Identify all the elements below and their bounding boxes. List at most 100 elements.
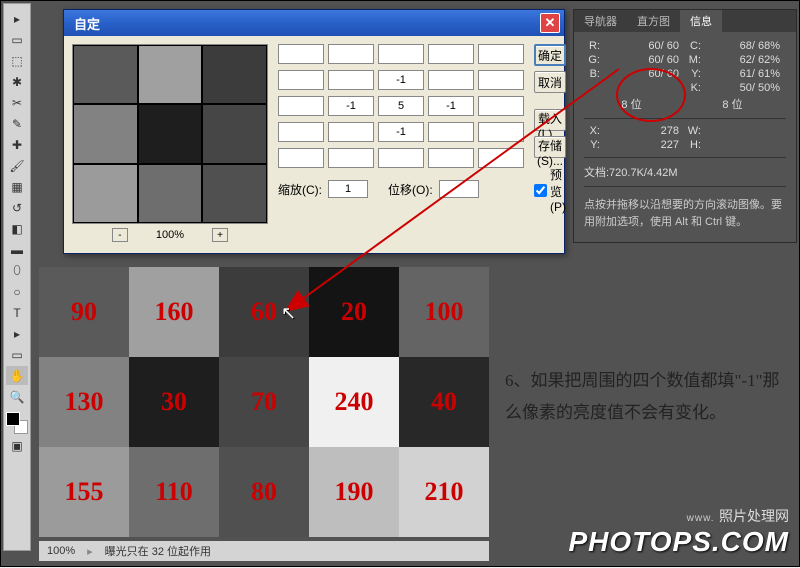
grid-cell[interactable]: 70 [219,357,309,447]
tool-type[interactable]: T [6,303,28,322]
tool-blur[interactable]: ⬯ [6,261,28,280]
tool-shape[interactable]: ▭ [6,345,28,364]
matrix-cell[interactable] [278,122,324,142]
offset-label: 位移(O): [388,181,433,198]
tool-brush[interactable]: 🖌 [6,156,28,175]
grid-cell[interactable]: 190 [309,447,399,537]
grid-cell[interactable]: 80 [219,447,309,537]
preview-cell [73,45,138,104]
tool-hand[interactable]: ✋ [6,366,28,385]
grid-cell[interactable]: 20 [309,267,399,357]
matrix-cell[interactable] [328,44,374,64]
preview-checkbox-input[interactable] [534,184,547,197]
tool-history[interactable]: ↺ [6,198,28,217]
tool-heal[interactable]: ✚ [6,135,28,154]
tool-stamp[interactable]: ▦ [6,177,28,196]
matrix-cell[interactable] [478,44,524,64]
matrix-cell[interactable] [428,96,474,116]
color-swatches[interactable] [6,412,28,434]
tool-eyedropper[interactable]: ✎ [6,114,28,133]
tool-lasso[interactable]: ⬚ [6,51,28,70]
preview-box[interactable] [72,44,268,224]
grid-cell[interactable]: 240 [309,357,399,447]
tool-gradient[interactable]: ▬ [6,240,28,259]
matrix-cell[interactable] [378,44,424,64]
foreground-color[interactable] [6,412,20,426]
canvas[interactable]: 901606020100 130307024040 15511080190210 [39,267,489,537]
ok-button[interactable]: 确定 [534,44,566,66]
grid-cell[interactable]: 160 [129,267,219,357]
matrix-cell[interactable] [428,44,474,64]
matrix-cell[interactable] [278,96,324,116]
matrix-cell[interactable] [478,70,524,90]
status-note: 曝光只在 32 位起作用 [105,543,211,559]
info-m: 62/ 62% [705,54,786,66]
info-panel: 导航器 直方图 信息 R:60/ 60 C:68/ 68% G:60/ 60 M… [573,9,797,243]
grid-cell[interactable]: 155 [39,447,129,537]
tool-eraser[interactable]: ◧ [6,219,28,238]
grid-cell[interactable]: 210 [399,447,489,537]
preview-cell [73,104,138,163]
preview-cell [202,164,267,223]
matrix-cell[interactable] [378,70,424,90]
grid-cell[interactable]: 100 [399,267,489,357]
tool-path[interactable]: ▸ [6,324,28,343]
zoom-in-button[interactable]: + [212,228,228,242]
matrix-cell[interactable] [328,122,374,142]
info-h [705,139,786,151]
scale-input[interactable] [328,180,368,198]
matrix-cell[interactable] [428,148,474,168]
tool-zoom[interactable]: 🔍 [6,387,28,406]
preview-cell [138,164,203,223]
preview-cell [202,45,267,104]
grid-cell[interactable]: 130 [39,357,129,447]
tab-histogram[interactable]: 直方图 [627,10,680,32]
matrix-cell[interactable] [478,122,524,142]
matrix-cell[interactable] [428,70,474,90]
titlebar[interactable]: 自定 ✕ [64,10,564,36]
preview-zoom: 100% [156,229,184,241]
tool-move[interactable]: ▸ [6,9,28,28]
tool-dodge[interactable]: ○ [6,282,28,301]
quickmask-icon[interactable]: ▣ [6,436,28,455]
offset-input[interactable] [439,180,479,198]
tool-wand[interactable]: ✱ [6,72,28,91]
matrix-cell[interactable] [278,44,324,64]
preview-cell [138,104,203,163]
info-r: 60/ 60 [604,40,685,52]
zoom-out-button[interactable]: - [112,228,128,242]
info-g: 60/ 60 [604,54,685,66]
info-w [705,125,786,137]
doc-size: 文档:720.7K/4.42M [584,164,786,180]
save-button[interactable]: 存储(S)... [534,136,566,158]
load-button[interactable]: 载入(L)... [534,109,566,131]
matrix-cell[interactable] [328,96,374,116]
tab-info[interactable]: 信息 [680,10,722,32]
scale-label: 缩放(C): [278,181,322,198]
watermark: www. 照片处理网 PHOTOPS.COM [568,506,789,558]
matrix-cell[interactable] [278,148,324,168]
info-hint: 点按并拖移以沿想要的方向滚动图像。要用附加选项，使用 Alt 和 Ctrl 键。 [584,193,786,234]
grid-cell[interactable]: 30 [129,357,219,447]
matrix-cell[interactable] [278,70,324,90]
matrix-cell[interactable] [378,122,424,142]
matrix-cell[interactable] [328,148,374,168]
grid-cell[interactable]: 40 [399,357,489,447]
matrix-cell[interactable] [478,148,524,168]
cancel-button[interactable]: 取消 [534,71,566,93]
matrix-cell[interactable] [478,96,524,116]
grid-cell[interactable]: 60 [219,267,309,357]
zoom-level[interactable]: 100% [47,545,75,557]
matrix-cell[interactable] [378,148,424,168]
tool-crop[interactable]: ✂ [6,93,28,112]
matrix-cell[interactable] [328,70,374,90]
close-icon[interactable]: ✕ [540,13,560,33]
matrix-cell[interactable] [428,122,474,142]
matrix-cell[interactable] [378,96,424,116]
preview-checkbox[interactable]: 预览(P) [534,166,566,214]
grid-cell[interactable]: 90 [39,267,129,357]
tool-marquee[interactable]: ▭ [6,30,28,49]
grid-cell[interactable]: 110 [129,447,219,537]
info-bit-r: 8 位 [685,96,786,112]
tab-navigator[interactable]: 导航器 [574,10,627,32]
